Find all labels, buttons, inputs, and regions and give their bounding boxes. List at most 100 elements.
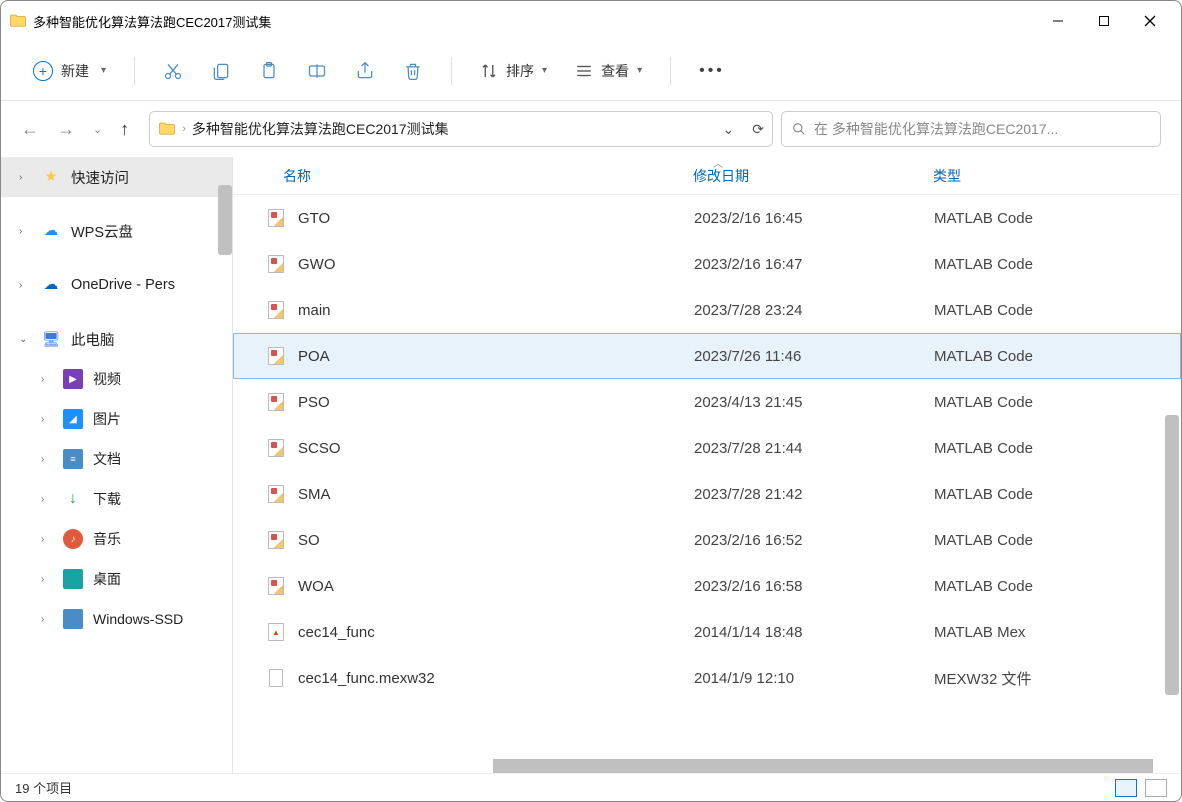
- file-row[interactable]: main2023/7/28 23:24MATLAB Code: [233, 287, 1181, 333]
- matlab-file-icon: [268, 255, 284, 273]
- back-button[interactable]: ←: [21, 119, 39, 140]
- view-button[interactable]: 查看 ▾: [563, 61, 654, 81]
- sidebar-item-windows-ssd[interactable]: › Windows-SSD: [1, 599, 232, 639]
- folder-icon: [9, 12, 27, 30]
- sidebar-item-wps[interactable]: › ☁ WPS云盘: [1, 211, 232, 251]
- file-row[interactable]: POA2023/7/26 11:46MATLAB Code: [233, 333, 1181, 379]
- sidebar-item-documents[interactable]: › ≡ 文档: [1, 439, 232, 479]
- close-button[interactable]: [1127, 6, 1173, 36]
- separator: [451, 57, 452, 85]
- share-button[interactable]: [343, 51, 387, 91]
- paste-button[interactable]: [247, 51, 291, 91]
- rename-button[interactable]: [295, 51, 339, 91]
- sidebar-item-downloads[interactable]: › ↓ 下载: [1, 479, 232, 519]
- file-row[interactable]: GTO2023/2/16 16:45MATLAB Code: [233, 195, 1181, 241]
- file-type: MATLAB Code: [934, 210, 1174, 227]
- matlab-file-icon: [268, 531, 284, 549]
- chevron-right-icon[interactable]: ›: [41, 374, 53, 385]
- chevron-down-icon[interactable]: ⌄: [19, 334, 31, 345]
- file-date: 2023/2/16 16:45: [694, 210, 934, 227]
- maximize-button[interactable]: [1081, 6, 1127, 36]
- forward-button[interactable]: →: [57, 119, 75, 140]
- file-name: GWO: [298, 256, 694, 273]
- file-row[interactable]: ▲cec14_func2014/1/14 18:48MATLAB Mex: [233, 609, 1181, 655]
- file-name: POA: [298, 348, 694, 365]
- matlab-file-icon: [268, 439, 284, 457]
- chevron-right-icon[interactable]: ›: [41, 494, 53, 505]
- delete-button[interactable]: [391, 51, 435, 91]
- chevron-right-icon[interactable]: ›: [182, 123, 186, 135]
- address-bar[interactable]: › 多种智能优化算法算法跑CEC2017测试集 ⌄ ⟳: [149, 111, 773, 147]
- sort-indicator-icon: ︿: [713, 157, 723, 170]
- up-button[interactable]: ↑: [120, 119, 129, 140]
- search-box[interactable]: 在 多种智能优化算法算法跑CEC2017...: [781, 111, 1161, 147]
- history-dropdown[interactable]: ⌄: [723, 121, 735, 138]
- file-name: SCSO: [298, 440, 694, 457]
- column-date[interactable]: 修改日期: [693, 166, 933, 186]
- cloud-icon: ☁: [41, 221, 61, 241]
- breadcrumb-folder[interactable]: 多种智能优化算法算法跑CEC2017测试集: [192, 119, 449, 139]
- copy-button[interactable]: [199, 51, 243, 91]
- chevron-right-icon[interactable]: ›: [19, 172, 31, 183]
- column-type[interactable]: 类型: [933, 166, 1153, 186]
- monitor-icon: 🖥: [41, 329, 61, 349]
- new-button[interactable]: + 新建 ▾: [21, 55, 118, 87]
- refresh-button[interactable]: ⟳: [752, 121, 764, 138]
- file-row[interactable]: cec14_func.mexw322014/1/9 12:10MEXW32 文件: [233, 655, 1181, 701]
- vertical-scrollbar[interactable]: [1165, 415, 1179, 695]
- file-date: 2014/1/9 12:10: [694, 670, 934, 687]
- sidebar-item-this-pc[interactable]: ⌄ 🖥 此电脑: [1, 319, 232, 359]
- search-placeholder: 在 多种智能优化算法算法跑CEC2017...: [814, 119, 1058, 139]
- mex-file-icon: ▲: [268, 623, 284, 641]
- column-name[interactable]: 名称: [273, 166, 693, 186]
- star-icon: ★: [41, 167, 61, 187]
- sidebar: › ★ 快速访问 › ☁ WPS云盘 › ☁ OneDrive - Pers ⌄…: [1, 157, 233, 773]
- sidebar-label: 快速访问: [71, 167, 129, 188]
- file-row[interactable]: PSO2023/4/13 21:45MATLAB Code: [233, 379, 1181, 425]
- sidebar-item-onedrive[interactable]: › ☁ OneDrive - Pers: [1, 265, 232, 305]
- horizontal-scrollbar[interactable]: [493, 759, 1153, 773]
- sidebar-item-music[interactable]: › ♪ 音乐: [1, 519, 232, 559]
- file-type: MATLAB Code: [934, 256, 1174, 273]
- nav-bar: ← → ⌄ ↑ › 多种智能优化算法算法跑CEC2017测试集 ⌄ ⟳ 在 多种…: [1, 101, 1181, 157]
- music-icon: ♪: [63, 529, 83, 549]
- file-list: ︿ 名称 修改日期 类型 GTO2023/2/16 16:45MATLAB Co…: [233, 157, 1181, 773]
- new-label: 新建: [61, 61, 89, 81]
- chevron-right-icon[interactable]: ›: [41, 574, 53, 585]
- view-label: 查看: [601, 61, 629, 81]
- sidebar-item-videos[interactable]: › ▶ 视频: [1, 359, 232, 399]
- minimize-button[interactable]: [1035, 6, 1081, 36]
- sidebar-item-desktop[interactable]: › 桌面: [1, 559, 232, 599]
- file-row[interactable]: SCSO2023/7/28 21:44MATLAB Code: [233, 425, 1181, 471]
- details-view-button[interactable]: [1115, 779, 1137, 797]
- file-row[interactable]: GWO2023/2/16 16:47MATLAB Code: [233, 241, 1181, 287]
- chevron-right-icon[interactable]: ›: [19, 226, 31, 237]
- chevron-right-icon[interactable]: ›: [41, 534, 53, 545]
- window-title: 多种智能优化算法算法跑CEC2017测试集: [33, 12, 271, 31]
- file-name: cec14_func: [298, 624, 694, 641]
- chevron-right-icon[interactable]: ›: [19, 280, 31, 291]
- sidebar-item-quick-access[interactable]: › ★ 快速访问: [1, 157, 232, 197]
- file-name: PSO: [298, 394, 694, 411]
- sidebar-scrollbar[interactable]: [218, 185, 232, 255]
- sort-button[interactable]: 排序 ▾: [468, 61, 559, 81]
- recent-dropdown[interactable]: ⌄: [93, 123, 102, 136]
- file-row[interactable]: WOA2023/2/16 16:58MATLAB Code: [233, 563, 1181, 609]
- cut-button[interactable]: [151, 51, 195, 91]
- sidebar-label: 下载: [93, 489, 121, 509]
- icons-view-button[interactable]: [1145, 779, 1167, 797]
- chevron-right-icon[interactable]: ›: [41, 414, 53, 425]
- more-button[interactable]: •••: [687, 62, 737, 80]
- file-row[interactable]: SMA2023/7/28 21:42MATLAB Code: [233, 471, 1181, 517]
- sidebar-item-pictures[interactable]: › ◢ 图片: [1, 399, 232, 439]
- matlab-file-icon: [268, 209, 284, 227]
- chevron-right-icon[interactable]: ›: [41, 614, 53, 625]
- sidebar-label: 图片: [93, 409, 121, 429]
- file-name: main: [298, 302, 694, 319]
- chevron-right-icon[interactable]: ›: [41, 454, 53, 465]
- sort-label: 排序: [506, 61, 534, 81]
- matlab-file-icon: [268, 577, 284, 595]
- file-date: 2023/7/28 23:24: [694, 302, 934, 319]
- file-row[interactable]: SO2023/2/16 16:52MATLAB Code: [233, 517, 1181, 563]
- chevron-down-icon: ▾: [101, 65, 106, 76]
